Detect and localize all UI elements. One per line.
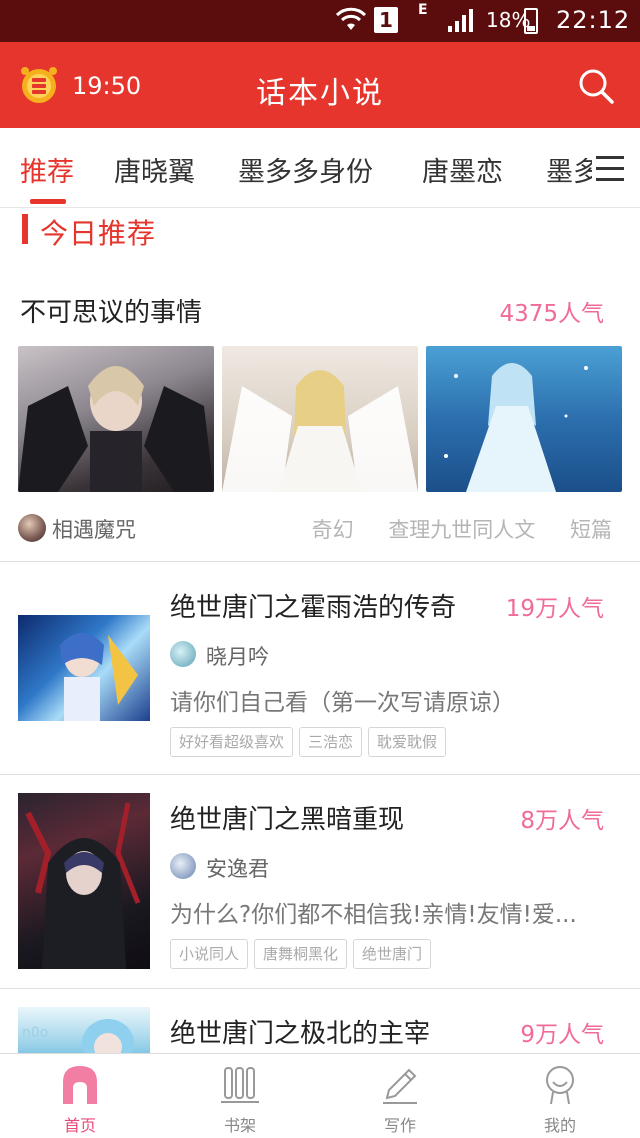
- battery-icon: [524, 8, 538, 34]
- network-type: E: [418, 2, 428, 18]
- app-header: 19:50 话本小说: [0, 42, 640, 128]
- tab-recommend[interactable]: 推荐: [20, 150, 74, 189]
- story-title[interactable]: 绝世唐门之霍雨浩的传奇: [170, 587, 456, 624]
- featured-story-card[interactable]: 不可思议的事情 4375人气 相遇魔咒 奇幻 查理九世同人文 短篇: [0, 264, 640, 562]
- section-accent-bar: [22, 214, 28, 244]
- search-icon[interactable]: [576, 66, 616, 106]
- story-title[interactable]: 绝世唐门之极北的主宰: [170, 1013, 430, 1050]
- active-tab-indicator: [30, 199, 66, 204]
- popularity-count: 9万人气: [520, 1022, 604, 1048]
- nav-label: 我的: [543, 1116, 576, 1135]
- page-title: 话本小说: [256, 76, 384, 111]
- pencil-icon: [383, 1068, 417, 1104]
- story-cover[interactable]: n0o: [18, 1007, 150, 1053]
- author-name[interactable]: 相遇魔咒: [52, 514, 136, 544]
- section-header: 今日推荐: [0, 208, 640, 264]
- wifi-icon: [336, 7, 366, 30]
- tab-tang-mo-romance[interactable]: 唐墨恋: [422, 150, 503, 189]
- author-name[interactable]: 晓月吟: [206, 641, 269, 671]
- tag-chip[interactable]: 小说同人: [170, 939, 249, 969]
- author-avatar[interactable]: [170, 641, 196, 667]
- nav-write[interactable]: 写作: [320, 1054, 480, 1138]
- bookshelf-icon: [221, 1067, 259, 1103]
- story-description: 请你们自己看（第一次写请原谅）: [170, 690, 515, 716]
- story-cover[interactable]: [18, 615, 150, 721]
- status-bar: 1 E 18% 22:12: [0, 0, 640, 42]
- category-tabs: 推荐 唐晓翼 墨多多身份 唐墨恋 墨多: [0, 128, 640, 208]
- author-avatar[interactable]: [18, 514, 46, 542]
- story-tags: 奇幻 查理九世同人文 短篇: [284, 514, 612, 544]
- featured-image-1[interactable]: [18, 346, 214, 492]
- popularity-count: 8万人气: [520, 808, 604, 834]
- bottom-navigation: 首页 书架 写作 我的: [0, 1053, 640, 1138]
- nav-label: 首页: [63, 1116, 96, 1135]
- menu-icon[interactable]: [592, 154, 630, 184]
- tag-chip[interactable]: 绝世唐门: [353, 939, 432, 969]
- nav-label: 书架: [223, 1116, 256, 1135]
- featured-image-3[interactable]: [426, 346, 622, 492]
- story-tags: 小说同人 唐舞桐黑化 绝世唐门: [170, 939, 437, 969]
- sim-slot-badge: 1: [374, 7, 398, 33]
- section-title: 今日推荐: [40, 217, 157, 250]
- popularity-count: 19万人气: [505, 596, 604, 622]
- tag-chip[interactable]: 三浩恋: [299, 727, 363, 757]
- featured-image-2[interactable]: [222, 346, 418, 492]
- signal-icon: [448, 9, 473, 32]
- tag-label[interactable]: 短篇: [570, 518, 612, 542]
- popularity-count: 4375人气: [499, 301, 604, 327]
- story-description: 为什么?你们都不相信我!亲情!友情!爱...: [170, 902, 577, 928]
- tag-chip[interactable]: 好好看超级喜欢: [170, 727, 294, 757]
- author-name[interactable]: 安逸君: [206, 853, 269, 883]
- tag-label[interactable]: 查理九世同人文: [388, 518, 535, 542]
- nav-profile[interactable]: 我的: [480, 1054, 640, 1138]
- profile-icon: [546, 1066, 574, 1105]
- story-tags: 好好看超级喜欢 三浩恋 耽爱耽假: [170, 727, 452, 757]
- story-list-item[interactable]: 绝世唐门之霍雨浩的传奇 19万人气 晓月吟 请你们自己看（第一次写请原谅） 好好…: [0, 563, 640, 775]
- clock: 22:12: [556, 6, 631, 34]
- nav-label: 写作: [383, 1116, 416, 1135]
- tag-chip[interactable]: 耽爱耽假: [368, 727, 447, 757]
- author-avatar[interactable]: [170, 853, 196, 879]
- story-list-item[interactable]: n0o 绝世唐门之极北的主宰 9万人气: [0, 989, 640, 1053]
- story-title[interactable]: 不可思议的事情: [20, 292, 202, 329]
- nav-bookshelf[interactable]: 书架: [160, 1054, 320, 1138]
- tab-tang-xiaoyi[interactable]: 唐晓翼: [114, 150, 195, 189]
- tag-chip[interactable]: 唐舞桐黑化: [254, 939, 348, 969]
- home-icon: [63, 1066, 97, 1104]
- svg-text:n0o: n0o: [22, 1025, 48, 1041]
- nav-home[interactable]: 首页: [0, 1054, 160, 1138]
- tab-mo-duoduo-identity[interactable]: 墨多多身份: [238, 150, 373, 189]
- story-cover[interactable]: [18, 793, 150, 969]
- tag-label[interactable]: 奇幻: [312, 518, 354, 542]
- story-list-item[interactable]: 绝世唐门之黑暗重现 8万人气 安逸君 为什么?你们都不相信我!亲情!友情!爱..…: [0, 775, 640, 989]
- story-title[interactable]: 绝世唐门之黑暗重现: [170, 799, 404, 836]
